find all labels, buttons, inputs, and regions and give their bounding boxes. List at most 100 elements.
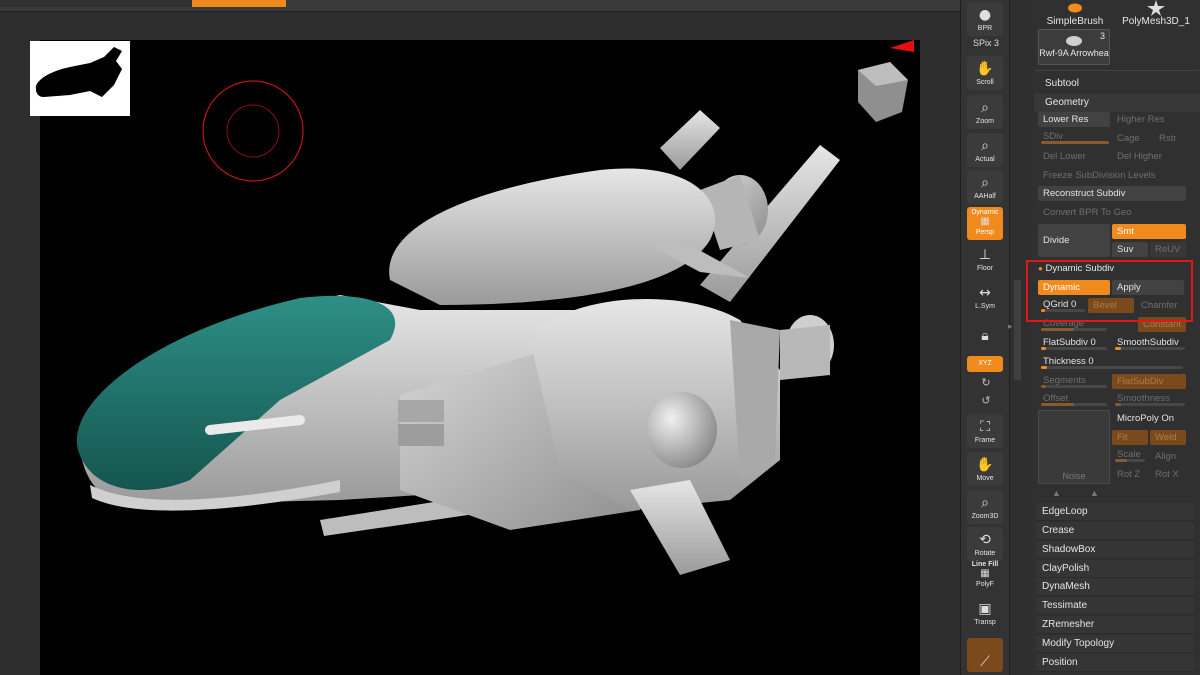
lower-res-button[interactable]: Lower Res (1038, 112, 1110, 127)
tool-polymesh[interactable]: PolyMesh3D_1 (1116, 0, 1196, 30)
tessimate-menu[interactable]: Tessimate (1036, 597, 1194, 615)
rstr-button[interactable]: Rstr (1154, 131, 1194, 146)
actual-label: Actual (975, 156, 995, 163)
slider-fill (1115, 459, 1127, 462)
zoom-button[interactable]: ⌕ Zoom (967, 95, 1003, 129)
freeze-subdivision-button[interactable]: Freeze SubDivision Levels (1038, 168, 1188, 183)
tray-gutter[interactable]: ▸ (1008, 0, 1034, 675)
noise-preview[interactable]: Noise (1038, 410, 1110, 484)
cage-button[interactable]: Cage (1112, 131, 1152, 146)
transp-label: Transp (974, 619, 996, 626)
scale-slider[interactable]: Scale (1112, 448, 1148, 463)
flatsubdiv-slider[interactable]: FlatSubdiv 0 (1038, 336, 1110, 351)
subtool-menu[interactable]: Subtool (1034, 75, 1200, 93)
bpr-label: BPR (977, 25, 993, 32)
down-arrow-icon[interactable]: ▲ (1090, 488, 1099, 498)
smoothness-slider[interactable]: Smoothness (1112, 392, 1188, 407)
del-lower-button[interactable]: Del Lower (1038, 149, 1110, 164)
geometry-menu[interactable]: Geometry (1034, 94, 1200, 112)
model-render[interactable] (40, 40, 920, 675)
higher-res-button[interactable]: Higher Res (1112, 112, 1184, 127)
polyf-button[interactable]: Line Fill ▦ PolyF (967, 561, 1003, 592)
navigation-gizmo[interactable] (858, 40, 920, 122)
tray-scroll-handle[interactable] (1014, 280, 1021, 380)
xyz-label: XYZ (978, 360, 992, 367)
slider-fill (1041, 366, 1047, 369)
smoothsubdiv-slider[interactable]: SmoothSubdiv (1112, 336, 1188, 351)
up-arrow-icon[interactable]: ▲ (1052, 488, 1061, 498)
segments-slider[interactable]: Segments (1038, 374, 1110, 389)
solo-button[interactable]: ⟋ (967, 638, 1003, 672)
zremesher-menu[interactable]: ZRemesher (1036, 616, 1194, 634)
slider-track (1041, 385, 1107, 388)
tool-simplebrush[interactable]: SimpleBrush (1040, 0, 1110, 30)
convert-bpr-button[interactable]: Convert BPR To Geo (1038, 205, 1186, 220)
transp-button[interactable]: ▣ Transp (967, 601, 1003, 630)
slider-fill (1041, 141, 1109, 144)
star-icon (1147, 0, 1165, 16)
frame-button[interactable]: ⛶ Frame (967, 414, 1003, 448)
aahalf-button[interactable]: ⌕ AAHalf (967, 170, 1003, 204)
magnifier-icon: ⌕ (981, 175, 989, 191)
tray-arrow-icon[interactable]: ▸ (1008, 322, 1013, 332)
offset-slider[interactable]: Offset (1038, 392, 1110, 407)
align-button[interactable]: Align (1150, 449, 1186, 464)
sdiv-slider[interactable]: SDiv (1038, 130, 1112, 145)
divide-button[interactable]: Divide (1038, 224, 1110, 257)
ship-model[interactable] (76, 110, 840, 575)
rotate-y-icon[interactable]: ↻ (977, 376, 995, 390)
scroll-button[interactable]: ✋ Scroll (967, 56, 1003, 90)
rotate-z-icon[interactable]: ↺ (977, 394, 995, 408)
suv-toggle[interactable]: Suv (1112, 242, 1148, 257)
divider (1035, 70, 1199, 71)
spix-slider[interactable]: SPix 3 (964, 38, 1008, 48)
actual-button[interactable]: ⌕ Actual (967, 133, 1003, 167)
dynamesh-menu[interactable]: DynaMesh (1036, 578, 1194, 596)
navigator-thumbnail[interactable] (30, 41, 130, 116)
thickness-slider[interactable]: Thickness 0 (1038, 355, 1186, 370)
position-menu[interactable]: Position (1036, 654, 1194, 672)
brush-cursor (202, 80, 304, 182)
transp-icon: ▣ (978, 601, 992, 617)
slider-track (1041, 328, 1107, 331)
zoom-label: Zoom (976, 118, 994, 125)
persp-button[interactable]: Dynamic ▦ Persp (967, 207, 1003, 240)
symmetry-icon: ↔ (979, 285, 991, 301)
scroll-label: Scroll (976, 79, 994, 86)
noise-label: Noise (1062, 471, 1086, 481)
claypolish-menu[interactable]: ClayPolish (1036, 560, 1194, 578)
tool-arrowhead[interactable]: 3 Rwf-9A Arrowhea (1038, 29, 1110, 65)
xyz-button[interactable]: XYZ (967, 356, 1003, 372)
reuv-toggle[interactable]: ReUV (1150, 242, 1186, 257)
flatsubdiv-toggle[interactable]: FlatSubDiv (1112, 374, 1186, 389)
floor-button[interactable]: ⊥ Floor (967, 247, 1003, 276)
bpr-sphere-icon: ● (978, 7, 992, 23)
modify-topology-menu[interactable]: Modify Topology (1036, 635, 1194, 653)
magnifier-icon: ⌕ (981, 138, 989, 154)
edgeloop-menu[interactable]: EdgeLoop (1036, 503, 1194, 521)
polyf-label: PolyF (976, 581, 994, 588)
shadowbox-menu[interactable]: ShadowBox (1036, 541, 1194, 559)
crease-menu[interactable]: Crease (1036, 522, 1194, 540)
persp-label: Persp (975, 229, 995, 236)
rotx-button[interactable]: Rot X (1150, 467, 1186, 482)
move-button[interactable]: ✋ Move (967, 452, 1003, 486)
tool-palette: SimpleBrush PolyMesh3D_1 3 Rwf-9A Arrowh… (1034, 0, 1200, 675)
bpr-button[interactable]: ● BPR (967, 2, 1003, 36)
document-canvas[interactable] (40, 40, 920, 675)
lock-button[interactable]: 🔒︎ (967, 322, 1003, 346)
rotate-label: Rotate (974, 550, 996, 557)
del-higher-button[interactable]: Del Higher (1112, 149, 1184, 164)
reconstruct-subdiv-button[interactable]: Reconstruct Subdiv (1038, 186, 1186, 201)
rotz-button[interactable]: Rot Z (1112, 467, 1148, 482)
micropoly-button[interactable]: MicroPoly On (1112, 411, 1186, 426)
smt-toggle[interactable]: Smt (1112, 224, 1186, 239)
slider-track (1115, 347, 1185, 350)
rotate-button[interactable]: ⟲ Rotate (967, 527, 1003, 561)
zoom3d-button[interactable]: ⌕ Zoom3D (967, 490, 1003, 524)
lsym-button[interactable]: ↔ L.Sym (967, 285, 1003, 314)
weld-toggle[interactable]: Weld (1150, 430, 1186, 445)
slider-fill (1041, 328, 1074, 331)
fit-toggle[interactable]: Fit (1112, 430, 1148, 445)
magnifier-icon: ⌕ (981, 495, 989, 511)
